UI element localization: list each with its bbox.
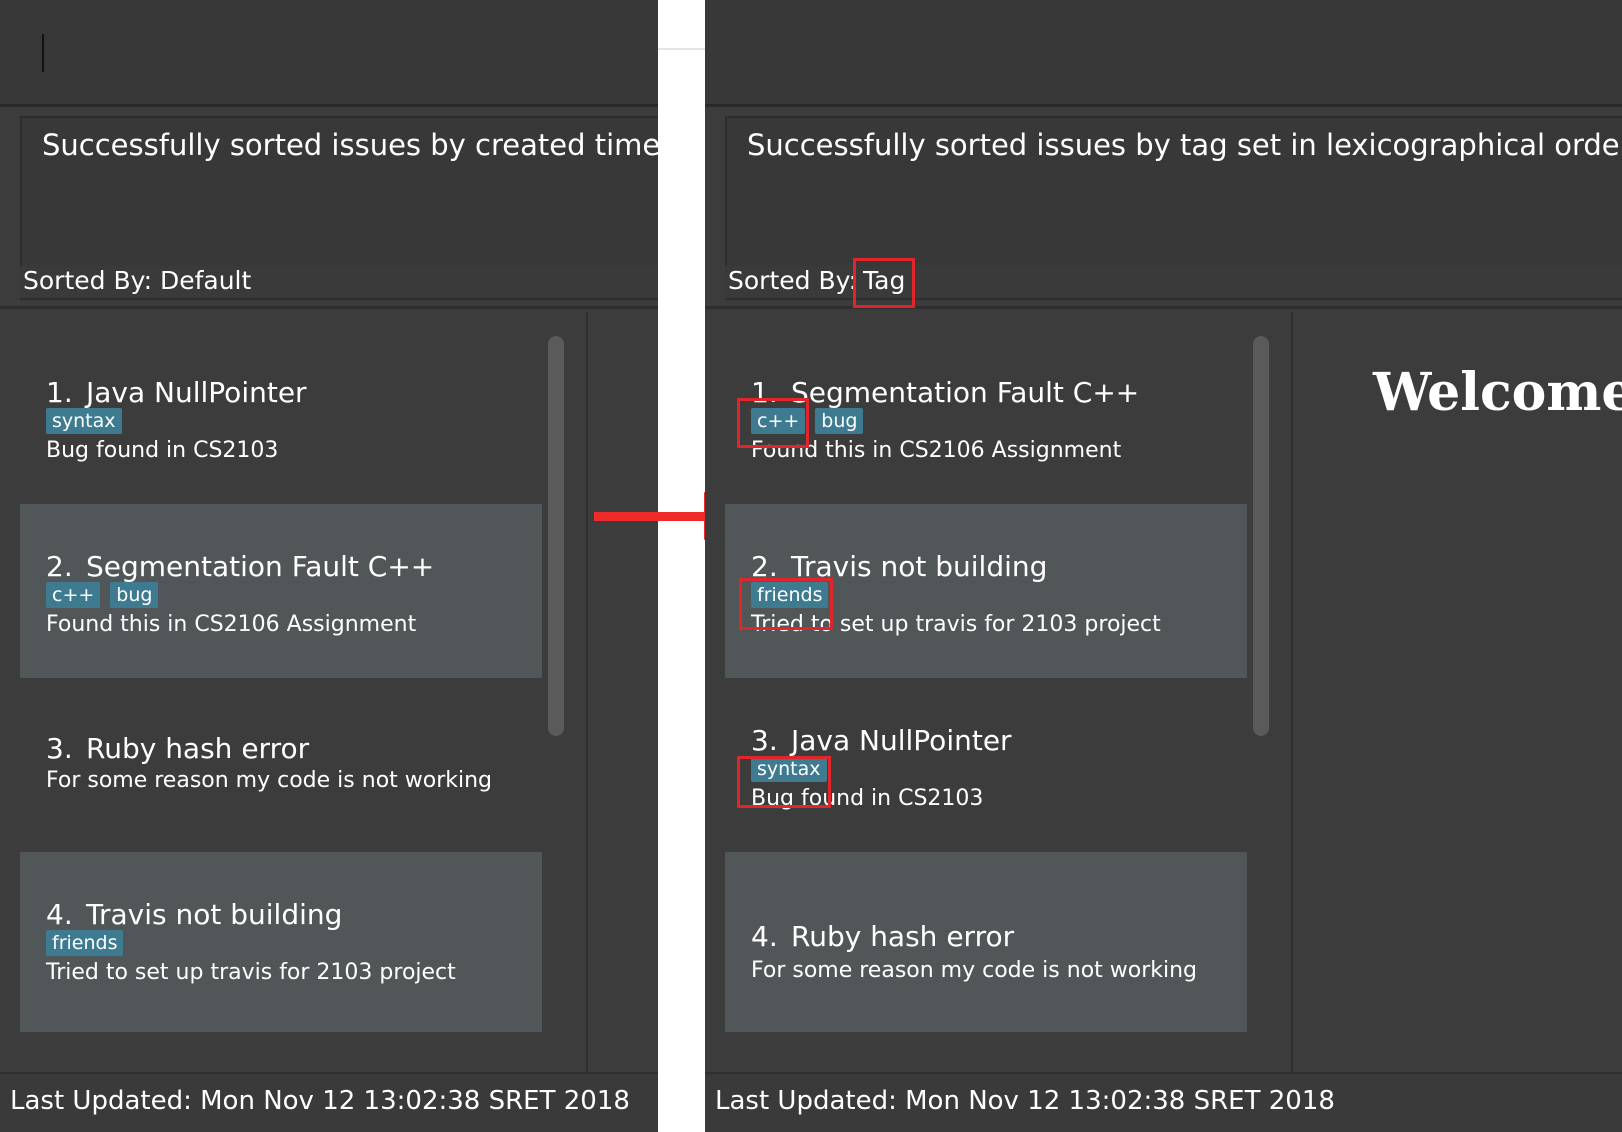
- tag-list: friends: [46, 930, 133, 958]
- panel-divider[interactable]: [586, 312, 588, 1072]
- issue-description: For some reason my code is not working: [751, 958, 1198, 983]
- separator-line: [658, 48, 705, 50]
- issue-title: 1. Segmentation Fault C++: [751, 376, 1140, 409]
- sorted-by-value: Default: [159, 266, 252, 295]
- issue-card[interactable]: 2. Segmentation Fault C++ c++ bug Found th…: [20, 504, 542, 684]
- divider: [705, 306, 1622, 309]
- tag: syntax: [46, 408, 122, 434]
- highlight-box: [853, 258, 915, 308]
- issue-description: For some reason my code is not working: [46, 768, 493, 793]
- result-message: Successfully sorted issues by created ti…: [42, 128, 658, 162]
- sorted-by-bar: Sorted By: Default: [20, 266, 658, 300]
- last-updated-text: Last Updated: Mon Nov 12 13:02:38 SRET 2…: [10, 1086, 630, 1116]
- issue-list[interactable]: 1. Java NullPointer syntax Bug found in C…: [20, 330, 542, 1050]
- issue-card[interactable]: 4. Travis not building friends Tried to s…: [20, 852, 542, 1032]
- command-box[interactable]: [705, 0, 1622, 107]
- issue-title: 3. Java NullPointer: [751, 724, 1012, 757]
- issue-card[interactable]: 1. Java NullPointer syntax Bug found in C…: [20, 330, 542, 510]
- issue-card[interactable]: 4. Ruby hash error For some reason my cod…: [725, 852, 1247, 1032]
- result-message: Successfully sorted issues by tag set in…: [747, 128, 1622, 162]
- right-app-window: Successfully sorted issues by tag set in…: [705, 0, 1622, 1132]
- command-box[interactable]: [0, 0, 658, 107]
- result-display: Successfully sorted issues by created ti…: [20, 116, 658, 270]
- tag-list: syntax: [46, 408, 132, 436]
- tag: bug: [110, 582, 159, 608]
- highlight-box: [739, 578, 833, 630]
- panel-divider[interactable]: [1291, 312, 1293, 1072]
- highlight-box: [737, 756, 831, 808]
- issue-title: 3. Ruby hash error: [46, 732, 310, 765]
- issue-description: Found this in CS2106 Assignment: [46, 612, 417, 637]
- highlight-box: [737, 398, 809, 448]
- status-bar: Last Updated: Mon Nov 12 13:02:38 SRET 2…: [0, 1072, 658, 1132]
- text-caret: [42, 34, 44, 72]
- sorted-by-label: Sorted By: Default: [23, 266, 252, 295]
- issue-description: Bug found in CS2103: [46, 438, 279, 463]
- tag: c++: [46, 582, 101, 608]
- issue-title: 2. Segmentation Fault C++: [46, 550, 435, 583]
- divider: [0, 306, 658, 309]
- result-display: Successfully sorted issues by tag set in…: [725, 116, 1622, 270]
- left-app-window: Successfully sorted issues by created ti…: [0, 0, 658, 1132]
- tag-list: c++ bug: [46, 582, 168, 610]
- browser-welcome-text: Welcome t: [1373, 362, 1622, 423]
- list-scrollbar[interactable]: [1253, 336, 1269, 736]
- tag: bug: [815, 408, 864, 434]
- issue-title: 4. Travis not building: [46, 898, 343, 931]
- sorted-by-label: Sorted By:: [728, 266, 857, 295]
- status-bar: Last Updated: Mon Nov 12 13:02:38 SRET 2…: [705, 1072, 1622, 1132]
- issue-card[interactable]: 3. Ruby hash error For some reason my cod…: [20, 678, 542, 858]
- last-updated-text: Last Updated: Mon Nov 12 13:02:38 SRET 2…: [715, 1086, 1335, 1116]
- list-scrollbar[interactable]: [548, 336, 564, 736]
- issue-description: Tried to set up travis for 2103 project: [46, 960, 456, 985]
- issue-title: 1. Java NullPointer: [46, 376, 307, 409]
- issue-title: 4. Ruby hash error: [751, 920, 1015, 953]
- tag: friends: [46, 930, 124, 956]
